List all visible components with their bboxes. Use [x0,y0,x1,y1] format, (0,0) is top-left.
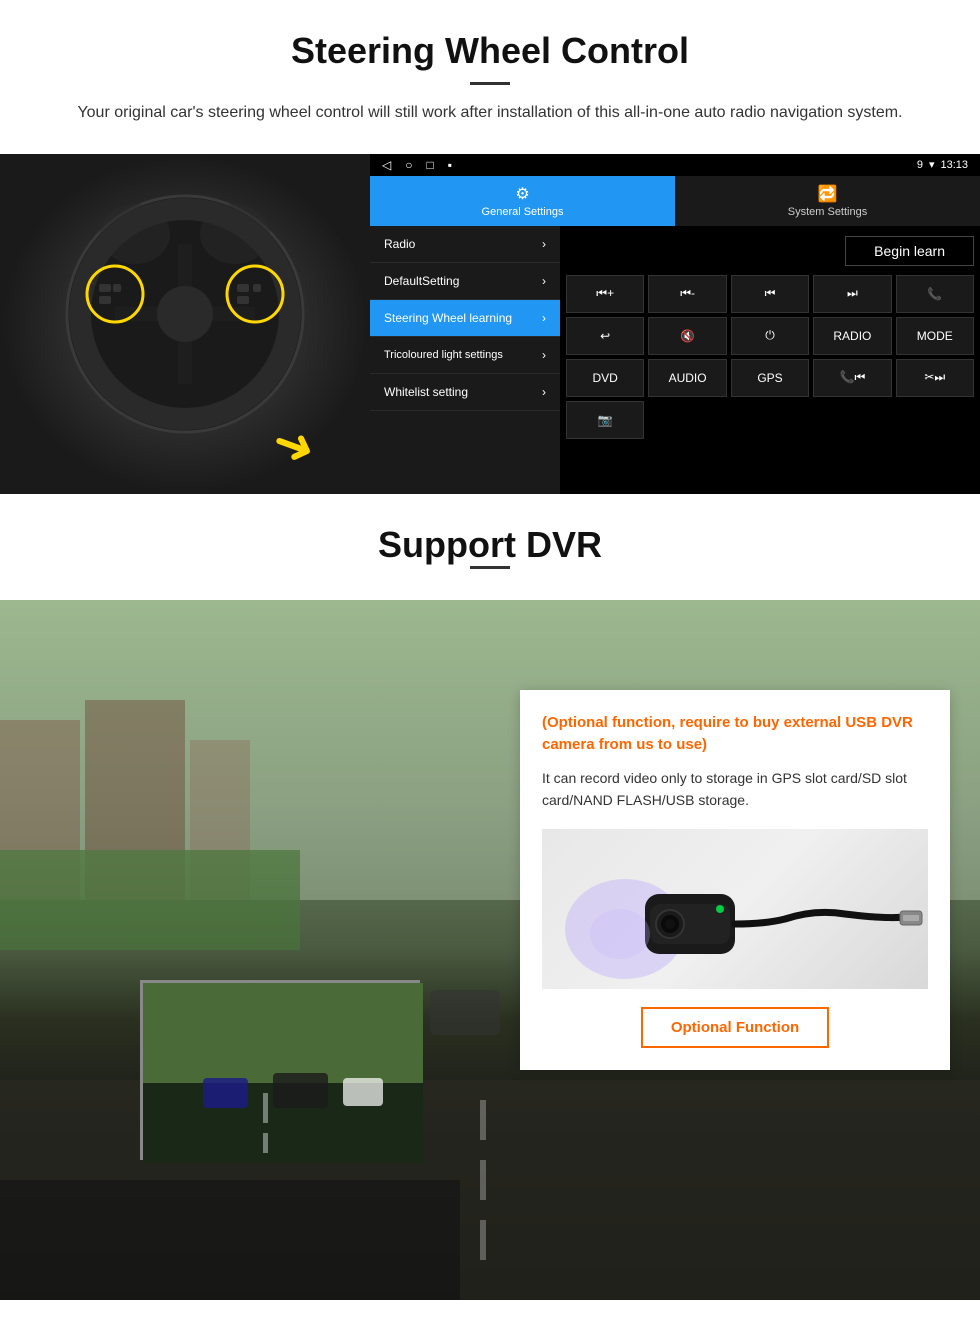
steering-wheel-svg [55,184,315,444]
ctrl-btn-next[interactable]: ⏭ [813,275,891,313]
vol-down-icon: ⏮- [680,286,695,301]
menu-item-radio[interactable]: Radio › [370,226,560,263]
android-status-bar: ◁ ○ □ ▪ 9 ▾ 13:13 [370,154,980,176]
chevron-icon-steering: › [542,311,546,325]
ctrl-btn-mute[interactable]: 🔇 [648,317,726,355]
ctrl-btn-dvd[interactable]: DVD [566,359,644,397]
mode-label: MODE [917,329,953,343]
dvr-background: (Optional function, require to buy exter… [0,600,980,1300]
menu-item-steering-learning[interactable]: Steering Wheel learning › [370,300,560,337]
mute-icon: 🔇 [680,329,695,343]
next-icon: ⏭ [847,286,858,301]
dvr-info-card: (Optional function, require to buy exter… [520,690,950,1071]
screenshot-wrapper: ➜ ◁ ○ □ ▪ 9 ▾ 13:13 [0,154,980,494]
ctrl-btn-gps[interactable]: GPS [731,359,809,397]
ctrl-btn-vol-down[interactable]: ⏮- [648,275,726,313]
begin-learn-button[interactable]: Begin learn [845,236,974,266]
signal-icon: 9 [917,159,923,171]
steering-description: Your original car's steering wheel contr… [60,100,920,126]
control-buttons-grid: ⏮+ ⏮- ⏮ ⏭ 📞 ↩ 🔇 ⏻ RADIO MODE DVD AUDIO G… [566,275,974,439]
menu-icon: ▪ [448,158,452,172]
ctrl-btn-back[interactable]: ↩ [566,317,644,355]
general-settings-icon: ⚙ [515,184,529,204]
chevron-icon-whitelist: › [542,385,546,399]
time-display: 13:13 [940,159,968,171]
system-settings-icon: 🔁 [818,184,838,204]
ctrl-btn-power[interactable]: ⏻ [731,317,809,355]
android-content: Radio › DefaultSetting › Steering Wheel … [370,226,980,494]
phone-prev-icon: 📞⏮ [840,370,866,385]
dvr-optional-text: (Optional function, require to buy exter… [542,712,928,757]
recents-icon: □ [426,158,433,172]
power-icon: ⏻ [765,328,775,343]
optional-function-button[interactable]: Optional Function [641,1007,829,1048]
begin-learn-row: Begin learn [566,232,974,270]
ctrl-btn-prev[interactable]: ⏮ [731,275,809,313]
camera-preview-inset [140,980,420,1160]
vol-up-icon: ⏮+ [596,286,614,301]
android-ui: ◁ ○ □ ▪ 9 ▾ 13:13 ⚙ General Settings [370,154,980,494]
ctrl-btn-phone[interactable]: 📞 [896,275,974,313]
chevron-icon-default: › [542,274,546,288]
cut-next-icon: ✂⏭ [924,370,945,385]
optional-function-wrapper: Optional Function [542,1007,928,1048]
wifi-icon: ▾ [929,158,935,171]
steering-photo-bg: ➜ [0,154,370,494]
divider-line [470,82,510,85]
dvr-header: Support DVR [0,494,980,600]
steering-section: Steering Wheel Control Your original car… [0,0,980,494]
right-control-panel: Begin learn ⏮+ ⏮- ⏮ ⏭ 📞 ↩ 🔇 ⏻ RADIO MODE [560,226,980,494]
camera-svg [545,829,925,989]
dvr-camera-image [542,829,928,989]
dvr-description: It can record video only to storage in G… [542,767,928,812]
ctrl-btn-radio[interactable]: RADIO [813,317,891,355]
ctrl-btn-cut-next[interactable]: ✂⏭ [896,359,974,397]
ctrl-btn-mode[interactable]: MODE [896,317,974,355]
prev-icon: ⏮ [765,286,776,301]
gps-label: GPS [757,371,782,385]
android-tabs: ⚙ General Settings 🔁 System Settings [370,176,980,226]
back-call-icon: ↩ [600,329,610,343]
left-menu: Radio › DefaultSetting › Steering Wheel … [370,226,560,494]
general-settings-label: General Settings [482,206,564,218]
radio-label: RADIO [833,329,871,343]
tab-system-settings[interactable]: 🔁 System Settings [675,176,980,226]
steering-title: Steering Wheel Control [60,30,920,72]
ctrl-btn-vol-up[interactable]: ⏮+ [566,275,644,313]
tab-general-settings[interactable]: ⚙ General Settings [370,176,675,226]
dvr-divider [470,566,510,569]
preview-svg [143,983,423,1163]
ctrl-btn-phone-prev[interactable]: 📞⏮ [813,359,891,397]
audio-label: AUDIO [669,371,707,385]
menu-item-tricoloured[interactable]: Tricoloured light settings › [370,337,560,374]
status-icons: 9 ▾ 13:13 [917,158,968,171]
chevron-icon-tricoloured: › [542,348,546,362]
nav-icons: ◁ ○ □ ▪ [382,158,452,172]
menu-item-defaultsetting[interactable]: DefaultSetting › [370,263,560,300]
steering-photo: ➜ [0,154,370,494]
back-icon: ◁ [382,158,391,172]
home-icon: ○ [405,158,412,172]
chevron-icon-radio: › [542,237,546,251]
system-settings-label: System Settings [788,206,867,218]
dvr-title: Support DVR [60,524,920,566]
ctrl-btn-camera[interactable]: 📷 [566,401,644,439]
dvd-label: DVD [593,371,618,385]
dvr-section: Support DVR [0,494,980,1300]
camera-icon: 📷 [598,413,613,427]
section-header-steering: Steering Wheel Control Your original car… [0,0,980,136]
menu-item-whitelist[interactable]: Whitelist setting › [370,374,560,411]
phone-icon: 📞 [927,287,942,301]
wheel-container: ➜ [55,184,315,464]
dvr-header-wrapper: Support DVR [0,494,980,600]
ctrl-btn-audio[interactable]: AUDIO [648,359,726,397]
